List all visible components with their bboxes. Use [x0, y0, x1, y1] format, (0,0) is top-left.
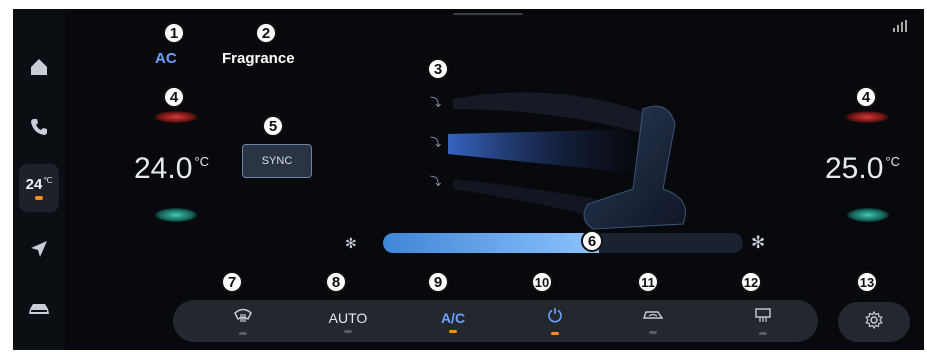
right-temp-up-button[interactable]: [845, 111, 889, 123]
left-temp-up-button[interactable]: [154, 111, 198, 123]
recirculation-indicator: [649, 331, 657, 334]
home-icon: [29, 57, 49, 82]
callout-4-left: 4: [163, 86, 185, 108]
sidebar-item-navigation[interactable]: [19, 231, 59, 271]
callout-4-right: 4: [855, 86, 877, 108]
left-temp-unit: °C: [194, 154, 209, 169]
front-defrost-indicator: [239, 332, 247, 335]
phone-icon: [29, 117, 49, 142]
bottom-control-bar: AUTO A/C: [173, 300, 818, 342]
tab-ac[interactable]: AC: [155, 50, 177, 67]
right-zone-temperature: 25.0 °C: [825, 152, 900, 186]
sidebar-item-home[interactable]: [19, 49, 59, 89]
tab-fragrance[interactable]: Fragrance: [222, 50, 295, 67]
fan-low-icon: ✻: [345, 235, 357, 251]
ac-button[interactable]: A/C: [428, 300, 478, 342]
power-indicator: [551, 332, 559, 335]
ac-label: A/C: [440, 309, 466, 326]
callout-10: 10: [531, 271, 553, 293]
callout-2: 2: [255, 22, 277, 44]
rear-defrost-indicator: [759, 332, 767, 335]
callout-9: 9: [427, 271, 449, 293]
gear-icon: [865, 310, 883, 334]
rear-defrost-icon: [754, 307, 772, 328]
top-handle: [453, 13, 523, 15]
fan-speed-fill: [383, 233, 599, 253]
recirculation-button[interactable]: [633, 300, 673, 342]
fan-speed-slider[interactable]: [383, 233, 743, 253]
left-temp-value: 24.0: [134, 152, 193, 185]
fan-high-icon: ✻: [751, 233, 766, 252]
sync-button[interactable]: SYNC: [242, 144, 312, 178]
auto-label: AUTO: [328, 309, 368, 326]
callout-6: 6: [581, 230, 603, 252]
callout-8: 8: [325, 271, 347, 293]
callout-12: 12: [740, 271, 762, 293]
recirculation-icon: [641, 308, 665, 327]
right-temp-value: 25.0: [825, 152, 884, 185]
sidebar-climate-unit: ℃: [43, 176, 53, 185]
power-icon: [547, 307, 563, 328]
front-defrost-button[interactable]: [223, 300, 263, 342]
auto-indicator: [344, 329, 352, 333]
ac-indicator: [449, 329, 457, 333]
callout-5: 5: [262, 115, 284, 137]
active-indicator: [35, 196, 43, 200]
climate-screen: 24 ℃ AC Fragrance 24.0 °C SYNC 25.0 °C ⤵…: [13, 9, 924, 350]
callout-13: 13: [856, 271, 878, 293]
callout-7: 7: [221, 271, 243, 293]
auto-button[interactable]: AUTO: [323, 300, 373, 342]
callout-11: 11: [637, 271, 659, 293]
left-zone-temperature: 24.0 °C: [134, 152, 209, 186]
sidebar: 24 ℃: [13, 9, 65, 350]
vent-upper-icon[interactable]: ⤵: [430, 94, 441, 110]
signal-icon: [893, 19, 909, 37]
vent-lower-icon[interactable]: ⤵: [430, 173, 441, 189]
sidebar-climate-temp: 24: [25, 176, 43, 193]
seat-airflow-illustration: [448, 92, 686, 230]
callout-1: 1: [163, 22, 185, 44]
left-temp-down-button[interactable]: [155, 208, 197, 222]
rear-defrost-button[interactable]: [743, 300, 783, 342]
vent-middle-icon[interactable]: ⤵: [430, 134, 441, 150]
settings-button[interactable]: [838, 302, 910, 342]
car-icon: [27, 301, 51, 322]
sidebar-item-vehicle[interactable]: [19, 291, 59, 331]
right-temp-unit: °C: [885, 154, 900, 169]
power-button[interactable]: [535, 300, 575, 342]
callout-3: 3: [427, 58, 449, 80]
sidebar-item-phone[interactable]: [19, 109, 59, 149]
navigation-arrow-icon: [29, 239, 49, 264]
front-defrost-icon: [233, 307, 253, 328]
right-temp-down-button[interactable]: [847, 208, 889, 222]
sidebar-item-climate[interactable]: 24 ℃: [19, 164, 59, 212]
